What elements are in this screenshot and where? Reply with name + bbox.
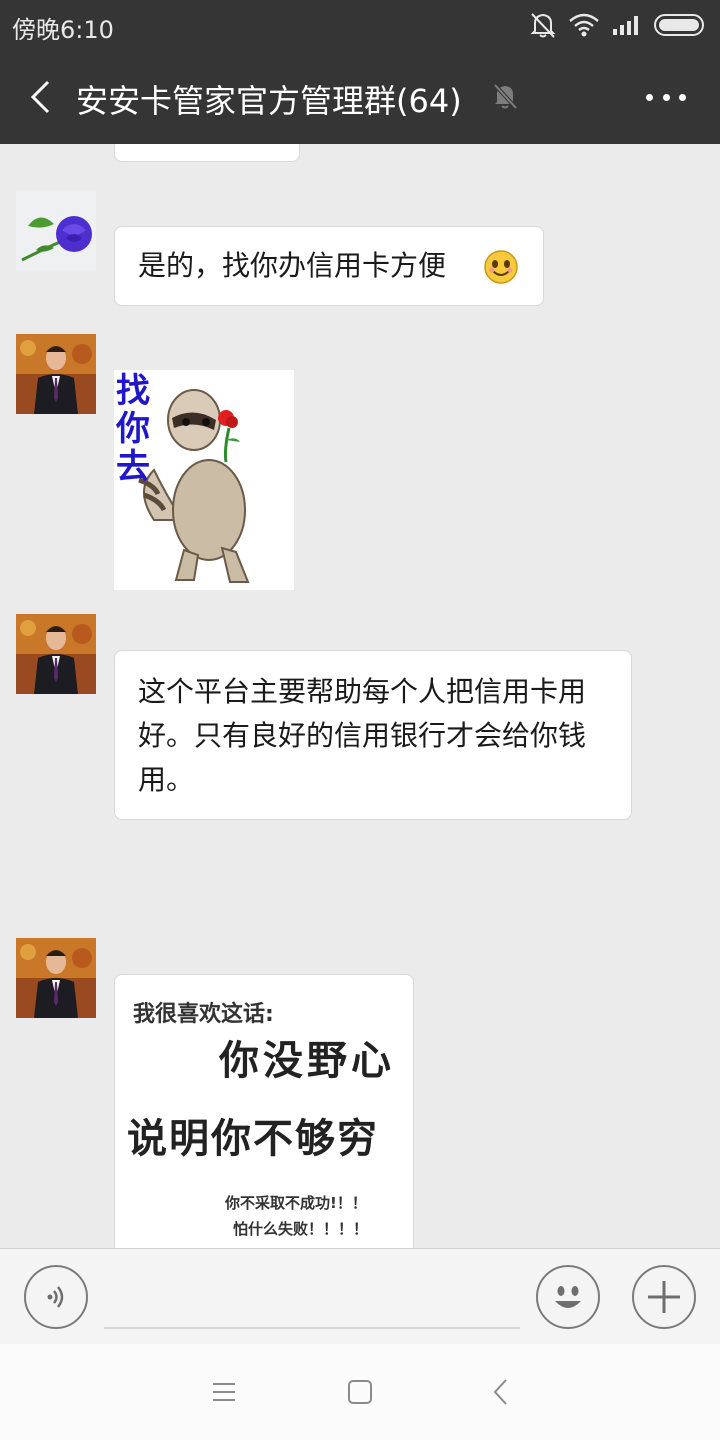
dot-icon [679, 93, 686, 101]
back-button[interactable] [20, 72, 60, 122]
more-options-button[interactable] [646, 80, 686, 114]
dot-icon [646, 93, 653, 101]
image-text-line: 你没野心 [219, 1037, 395, 1084]
blue-rose-image [16, 190, 96, 270]
emoji-button[interactable] [536, 1265, 600, 1329]
avatar-man[interactable] [16, 334, 96, 414]
chevron-left-icon [30, 80, 50, 114]
message-text: 是的，找你办信用卡方便 [138, 249, 447, 282]
more-functions-button[interactable] [632, 1265, 696, 1329]
dot-icon [662, 93, 670, 101]
sticker-caption: 找你去 [116, 371, 150, 487]
image-text-line: 我很喜欢这话: [133, 1002, 274, 1027]
mute-bell-icon [493, 83, 518, 110]
avatar-man[interactable] [16, 938, 96, 1018]
chat-area[interactable]: 是的，找你办信用卡方便 找你去 这个平台主要帮助每个人把信用卡用好。只有良好的信… [0, 144, 720, 1248]
image-text-line: 怕什么失败！！！！ [233, 1220, 369, 1238]
man-portrait-image [16, 614, 96, 694]
avatar-rose[interactable] [16, 190, 96, 270]
home-nav-button[interactable] [340, 1372, 380, 1412]
sticker-raccoon[interactable]: 找你去 [114, 370, 294, 590]
avatar-man[interactable] [16, 614, 96, 694]
man-portrait-image [16, 938, 96, 1018]
home-square-icon [348, 1380, 372, 1404]
notifications-off-icon [530, 13, 556, 38]
title-bar: 安安卡管家官方管理群(64) [0, 50, 720, 144]
status-time: 傍晚6:10 [12, 16, 114, 44]
man-portrait-image [16, 334, 96, 414]
back-nav-button[interactable] [480, 1372, 520, 1412]
voice-input-button[interactable] [24, 1265, 88, 1329]
battery-icon [654, 14, 704, 36]
message-bubble[interactable]: 这个平台主要帮助每个人把信用卡用好。只有良好的信用银行才会给你钱用。 [114, 650, 632, 820]
back-chevron-icon [493, 1379, 507, 1405]
menu-nav-button[interactable] [204, 1372, 244, 1412]
plus-icon [648, 1281, 680, 1313]
image-message[interactable]: 我很喜欢这话: 你没野心 说明你不够穷 你不采取不成功!！！ 怕什么失败！！！！ [114, 974, 414, 1248]
message-bubble-partial[interactable] [114, 144, 300, 162]
smile-emoji-icon [483, 249, 519, 285]
system-nav-bar [0, 1344, 720, 1440]
message-input[interactable] [104, 1267, 520, 1329]
status-bar: 傍晚6:10 [0, 0, 720, 50]
smiley-face-icon [555, 1286, 581, 1308]
wifi-icon [569, 13, 599, 37]
voice-icon [47, 1286, 64, 1308]
input-bar [0, 1248, 720, 1344]
message-text: 这个平台主要帮助每个人把信用卡用好。只有良好的信用银行才会给你钱用。 [138, 675, 587, 796]
image-text-line: 说明你不够穷 [127, 1115, 379, 1162]
signal-icon [613, 16, 638, 35]
message-bubble[interactable]: 是的，找你办信用卡方便 [114, 226, 544, 306]
menu-icon [213, 1383, 235, 1401]
chat-title: 安安卡管家官方管理群(64) [76, 82, 462, 120]
status-icons [530, 10, 708, 40]
